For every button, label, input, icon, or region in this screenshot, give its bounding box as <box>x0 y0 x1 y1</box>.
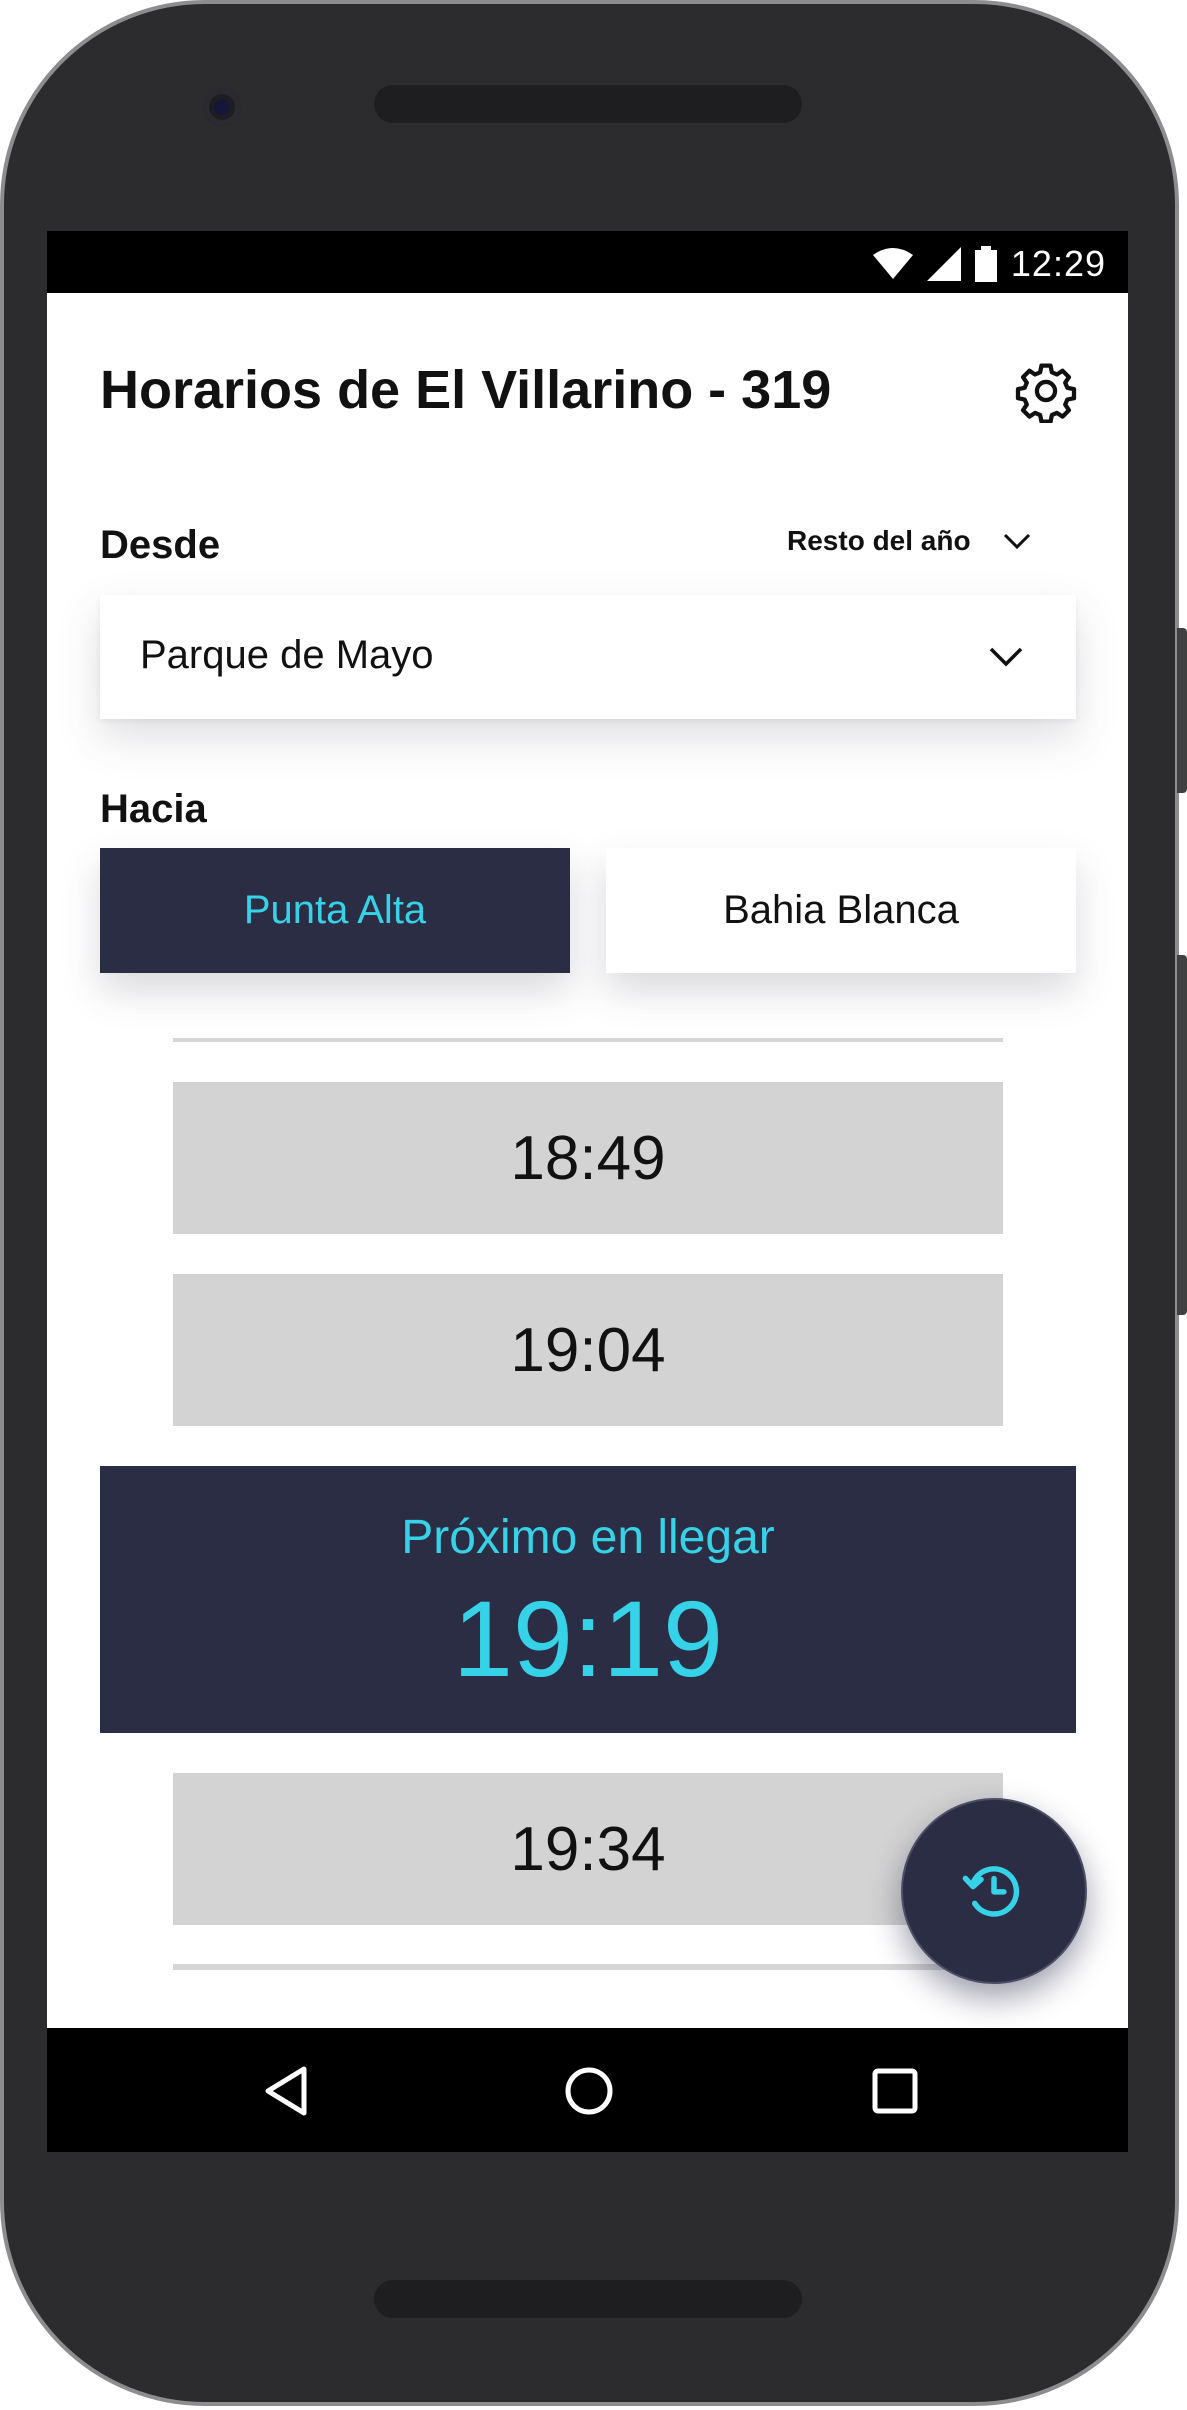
page-title: Horarios de El Villarino - 319 <box>100 360 832 420</box>
season-dropdown[interactable]: Resto del año <box>787 525 1031 557</box>
recents-icon[interactable] <box>868 2064 922 2118</box>
status-bar: 12:29 <box>47 231 1128 293</box>
to-label: Hacia <box>100 787 207 831</box>
next-arrival-time: 19:19 <box>452 1578 724 1699</box>
bottom-speaker <box>374 2280 802 2318</box>
from-stop-select[interactable]: Parque de Mayo <box>100 595 1076 719</box>
history-icon <box>962 1866 1020 1917</box>
chevron-down-icon <box>989 647 1023 667</box>
home-icon[interactable] <box>562 2064 616 2118</box>
front-camera <box>203 88 241 126</box>
list-top-divider <box>173 1038 1003 1042</box>
app-screen: 12:29 Horarios de El Villarino - 319 Des… <box>47 231 1128 2152</box>
next-arrival-label: Próximo en llegar <box>401 1511 775 1564</box>
earpiece-speaker <box>374 85 802 123</box>
volume-button <box>1177 628 1187 793</box>
season-value: Resto del año <box>787 525 971 556</box>
list-bottom-divider <box>173 1964 1003 1970</box>
destination-punta-alta-button[interactable]: Punta Alta <box>100 848 570 973</box>
history-button[interactable] <box>901 1798 1087 1984</box>
wifi-icon <box>872 248 913 279</box>
from-stop-value: Parque de Mayo <box>140 633 434 677</box>
status-time: 12:29 <box>1010 243 1106 284</box>
power-button <box>1177 955 1187 1315</box>
schedule-row[interactable]: 19:04 <box>173 1274 1003 1426</box>
navigation-bar <box>47 2028 1128 2152</box>
battery-icon <box>974 246 997 282</box>
gear-icon[interactable] <box>1014 359 1078 423</box>
schedule-row[interactable]: 19:34 <box>173 1773 1003 1925</box>
chevron-down-icon <box>1003 533 1030 550</box>
next-arrival-card[interactable]: Próximo en llegar 19:19 <box>100 1466 1076 1733</box>
from-label: Desde <box>100 523 221 567</box>
signal-icon <box>926 247 961 281</box>
back-icon[interactable] <box>260 2064 314 2118</box>
destination-bahia-blanca-button[interactable]: Bahia Blanca <box>606 848 1076 973</box>
schedule-row[interactable]: 18:49 <box>173 1082 1003 1234</box>
